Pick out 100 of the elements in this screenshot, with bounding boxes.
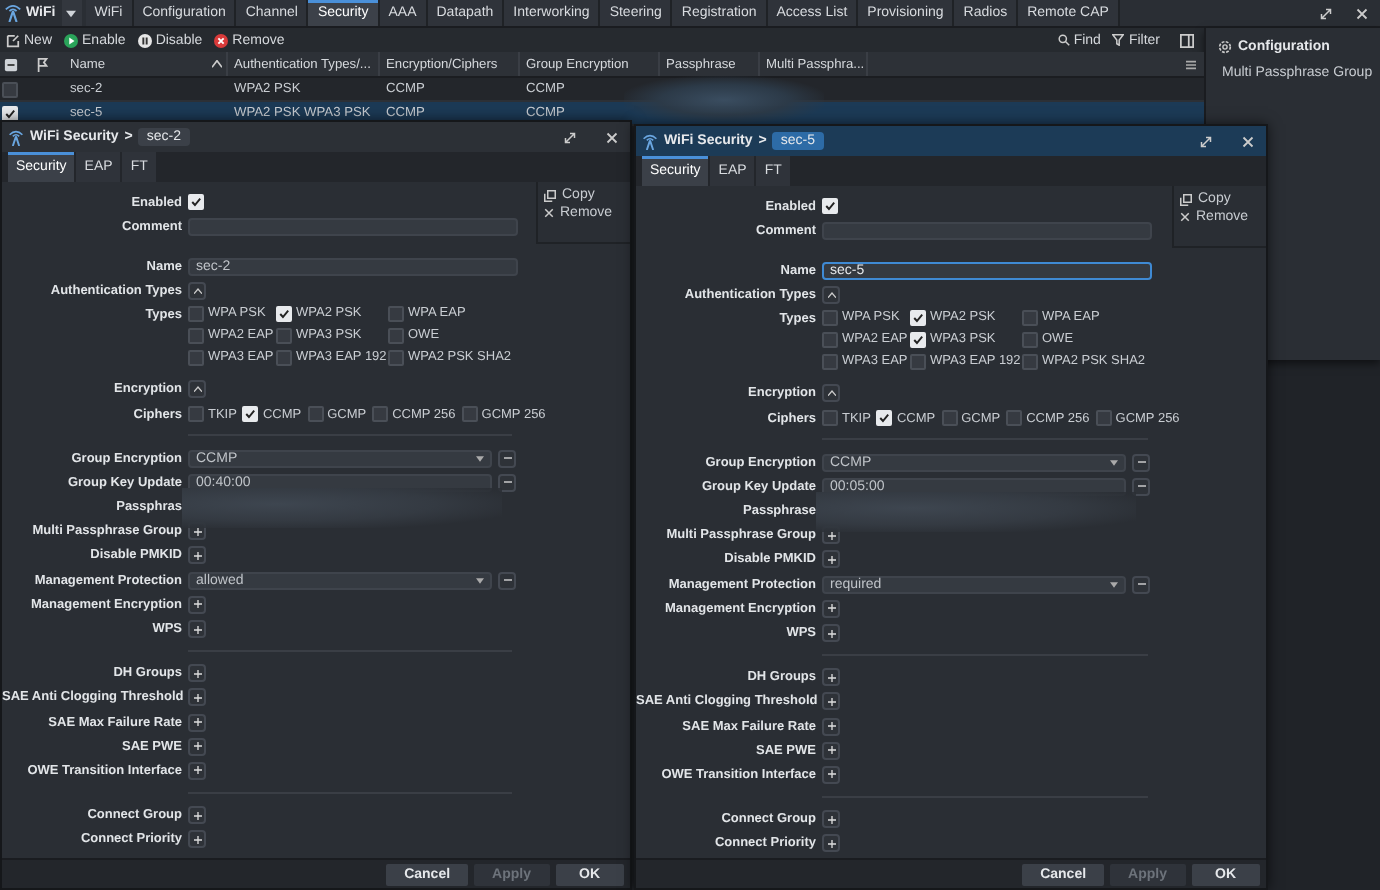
plus-icon — [193, 811, 201, 820]
checkbox[interactable] — [388, 305, 404, 322]
caret-icon — [476, 577, 484, 584]
antenna-icon — [8, 129, 24, 145]
checkbox[interactable] — [461, 406, 478, 423]
input-field[interactable] — [188, 217, 518, 236]
minus-icon — [1137, 484, 1145, 489]
collapse-button[interactable] — [188, 282, 206, 301]
add-button[interactable] — [822, 717, 840, 736]
restore-icon[interactable] — [1320, 7, 1332, 19]
collapse-button[interactable] — [188, 380, 206, 399]
sort-up-icon — [212, 60, 222, 68]
plus-icon — [827, 629, 835, 638]
checkbox[interactable] — [1006, 410, 1023, 427]
column-menu-icon[interactable] — [1186, 59, 1196, 69]
close-icon — [1180, 212, 1190, 222]
add-button[interactable] — [188, 664, 206, 683]
chevron-up-icon — [193, 288, 201, 295]
close-icon[interactable] — [606, 131, 618, 143]
minus-button[interactable] — [1132, 453, 1150, 472]
plus-icon — [827, 673, 835, 682]
row-checkbox[interactable] — [2, 81, 18, 97]
checkbox[interactable] — [822, 331, 838, 348]
row-checkbox[interactable] — [2, 105, 18, 121]
minus-button[interactable] — [498, 473, 516, 492]
play-icon — [64, 33, 79, 47]
restore-icon[interactable] — [564, 131, 576, 143]
plus-icon — [827, 697, 835, 706]
add-button[interactable] — [188, 737, 206, 756]
add-button[interactable] — [822, 624, 840, 643]
caret-icon — [1110, 581, 1118, 588]
copy-icon — [544, 189, 556, 201]
add-button[interactable] — [188, 713, 206, 732]
checkbox[interactable] — [1095, 410, 1112, 427]
add-button[interactable] — [822, 550, 840, 569]
checkbox[interactable] — [1022, 353, 1038, 370]
checkbox[interactable] — [822, 353, 838, 370]
checkbox[interactable] — [1022, 331, 1038, 348]
checkbox[interactable] — [276, 349, 292, 366]
search-icon — [1057, 34, 1070, 46]
plus-icon — [827, 839, 835, 848]
add-button[interactable] — [188, 830, 206, 849]
checkbox[interactable] — [822, 309, 838, 326]
checkbox[interactable] — [188, 349, 204, 366]
minus-icon — [503, 456, 511, 461]
add-button[interactable] — [822, 834, 840, 853]
plus-icon — [827, 531, 835, 540]
panel-toggle-icon[interactable] — [1180, 33, 1194, 47]
checkbox[interactable] — [276, 327, 292, 344]
dropdown-button[interactable] — [61, 0, 82, 26]
add-button[interactable] — [188, 620, 206, 639]
add-button[interactable] — [822, 810, 840, 829]
plus-icon — [827, 604, 835, 613]
check-icon — [278, 307, 290, 320]
checkbox[interactable] — [910, 353, 926, 370]
filter-icon — [1112, 34, 1125, 46]
plus-icon — [193, 551, 201, 560]
checkbox[interactable] — [188, 305, 204, 322]
checkbox[interactable] — [372, 406, 389, 423]
checkbox[interactable] — [388, 349, 404, 366]
checkbox[interactable] — [1022, 309, 1038, 326]
chevron-up-icon — [193, 386, 201, 393]
checkbox[interactable] — [941, 410, 958, 427]
checkbox[interactable] — [188, 327, 204, 344]
add-button[interactable] — [188, 761, 206, 780]
add-button[interactable] — [822, 741, 840, 760]
add-button[interactable] — [822, 599, 840, 618]
plus-icon — [193, 669, 201, 678]
collapse-button[interactable] — [822, 384, 840, 403]
minus-icon — [1137, 582, 1145, 587]
plus-icon — [827, 555, 835, 564]
add-button[interactable] — [188, 688, 206, 707]
select-all-icon[interactable] — [3, 57, 17, 71]
checkbox[interactable] — [388, 327, 404, 344]
add-button[interactable] — [822, 765, 840, 784]
minus-button[interactable] — [498, 449, 516, 468]
close-icon[interactable] — [1242, 135, 1254, 147]
input-field[interactable] — [822, 221, 1152, 240]
minus-button[interactable] — [1132, 477, 1150, 496]
add-button[interactable] — [188, 595, 206, 614]
plus-icon — [193, 718, 201, 727]
add-button[interactable] — [188, 546, 206, 565]
add-button[interactable] — [188, 806, 206, 825]
close-icon[interactable] — [1356, 7, 1368, 19]
checkbox[interactable] — [307, 406, 324, 423]
checkbox[interactable] — [188, 406, 204, 423]
caret-icon — [1110, 459, 1118, 466]
restore-icon[interactable] — [1200, 135, 1212, 147]
minus-button[interactable] — [498, 571, 516, 590]
minus-button[interactable] — [1132, 575, 1150, 594]
add-button[interactable] — [822, 692, 840, 711]
plus-icon — [193, 766, 201, 775]
plus-icon — [193, 835, 201, 844]
collapse-button[interactable] — [822, 286, 840, 305]
add-button[interactable] — [822, 668, 840, 687]
caret-icon — [476, 455, 484, 462]
copy-icon — [1180, 193, 1192, 205]
check-icon — [878, 412, 891, 425]
checkbox[interactable] — [822, 410, 838, 427]
pause-icon — [137, 33, 152, 47]
